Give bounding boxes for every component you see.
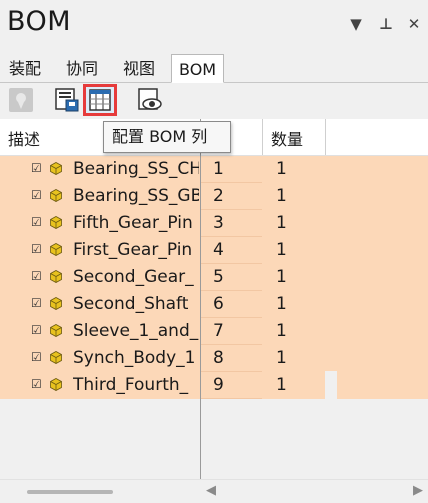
column-divider[interactable]: [262, 119, 263, 155]
tab-bar: 装配 协同 视图 BOM: [0, 54, 428, 83]
tab-assembly[interactable]: 装配: [9, 58, 41, 82]
panel-titlebar: BOM ▼ ⊥ ✕: [0, 0, 428, 52]
part-cube-icon: [50, 378, 62, 391]
item-quantity: 1: [276, 321, 287, 341]
item-number: 8: [213, 348, 224, 368]
part-cube-icon: [50, 216, 62, 229]
part-cube-icon: [50, 324, 62, 337]
bom-row[interactable]: ☑ Sleeve_1_and_ 7 1: [0, 318, 428, 345]
part-name: Second_Shaft: [73, 294, 189, 314]
bom-toolbar: [0, 84, 428, 118]
item-quantity: 1: [276, 267, 287, 287]
bom-row[interactable]: ☑ Synch_Body_1 8 1: [0, 345, 428, 372]
configure-columns-button[interactable]: [83, 84, 117, 116]
visibility-filter-icon: [9, 88, 33, 112]
include-checkbox[interactable]: ☑: [31, 243, 43, 255]
include-checkbox[interactable]: ☑: [31, 189, 43, 201]
tab-collaboration[interactable]: 协同: [66, 58, 98, 82]
item-quantity: 1: [276, 294, 287, 314]
part-name: Sleeve_1_and_: [73, 321, 199, 341]
visibility-filter-button[interactable]: [8, 87, 34, 113]
part-name: Synch_Body_1: [73, 348, 196, 368]
item-number: 7: [213, 321, 224, 341]
include-checkbox[interactable]: ☑: [31, 297, 43, 309]
bom-row[interactable]: ☑ Third_Fourth_ 9 1: [0, 372, 428, 399]
bom-row[interactable]: ☑ Fifth_Gear_Pin 3 1: [0, 210, 428, 237]
part-name: Second_Gear_: [73, 267, 194, 287]
panel-title: BOM: [7, 6, 72, 37]
row-gap: [325, 371, 337, 399]
include-checkbox[interactable]: ☑: [31, 162, 43, 174]
include-checkbox[interactable]: ☑: [31, 216, 43, 228]
item-number: 6: [213, 294, 224, 314]
part-name: Fifth_Gear_Pin: [73, 213, 193, 233]
part-cube-icon: [50, 162, 62, 175]
part-cube-icon: [50, 297, 62, 310]
item-quantity: 1: [276, 186, 287, 206]
configure-columns-icon: [89, 89, 111, 111]
part-cube-icon: [50, 351, 62, 364]
item-number: 3: [213, 213, 224, 233]
row-separator: [200, 398, 262, 399]
item-number: 4: [213, 240, 224, 260]
item-quantity: 1: [276, 375, 287, 395]
bom-row[interactable]: ☑ Second_Shaft 6 1: [0, 291, 428, 318]
item-number: 1: [213, 159, 224, 179]
include-checkbox[interactable]: ☑: [31, 324, 43, 336]
part-cube-icon: [50, 189, 62, 202]
save-bom-button[interactable]: [54, 87, 80, 113]
tab-bom[interactable]: BOM: [171, 54, 225, 83]
pin-icon[interactable]: ⊥: [376, 14, 396, 34]
item-number: 5: [213, 267, 224, 287]
scroll-left-icon[interactable]: ◀: [206, 483, 216, 498]
save-bom-icon: [55, 88, 79, 112]
horizontal-scrollbar[interactable]: ◀ ▶: [0, 479, 428, 503]
part-name: Bearing_SS_GB: [73, 186, 199, 206]
scroll-right-icon[interactable]: ▶: [413, 483, 423, 498]
item-number: 2: [213, 186, 224, 206]
column-header-description[interactable]: 描述: [8, 126, 40, 150]
item-quantity: 1: [276, 348, 287, 368]
bom-row[interactable]: ☑ Bearing_SS_GB 2 1: [0, 183, 428, 210]
description-column-divider[interactable]: [200, 119, 201, 479]
bom-grid: 描述 数量 ☑ Bearing_SS_CH 1 1 ☑ Bearing_SS_GB 2 1 ☑ F…: [0, 119, 428, 479]
preview-button[interactable]: [137, 87, 163, 113]
item-quantity: 1: [276, 159, 287, 179]
item-quantity: 1: [276, 213, 287, 233]
scrollbar-thumb-left[interactable]: [27, 490, 113, 494]
include-checkbox[interactable]: ☑: [31, 351, 43, 363]
tab-view[interactable]: 视图: [123, 58, 155, 82]
item-quantity: 1: [276, 240, 287, 260]
part-name: First_Gear_Pin: [73, 240, 193, 260]
bom-row[interactable]: ☑ Bearing_SS_CH 1 1: [0, 156, 428, 183]
part-name: Bearing_SS_CH: [73, 159, 199, 179]
close-icon[interactable]: ✕: [404, 14, 424, 34]
part-name: Third_Fourth_: [73, 375, 189, 395]
item-number: 9: [213, 375, 224, 395]
column-divider[interactable]: [325, 119, 326, 155]
part-cube-icon: [50, 270, 62, 283]
column-header-quantity[interactable]: 数量: [271, 126, 303, 150]
include-checkbox[interactable]: ☑: [31, 270, 43, 282]
preview-eye-icon: [138, 88, 162, 110]
part-cube-icon: [50, 243, 62, 256]
include-checkbox[interactable]: ☑: [31, 378, 43, 390]
bom-row[interactable]: ☑ First_Gear_Pin 4 1: [0, 237, 428, 264]
bom-row[interactable]: ☑ Second_Gear_ 5 1: [0, 264, 428, 291]
configure-columns-tooltip: 配置 BOM 列: [103, 121, 231, 153]
dropdown-icon[interactable]: ▼: [346, 14, 366, 34]
